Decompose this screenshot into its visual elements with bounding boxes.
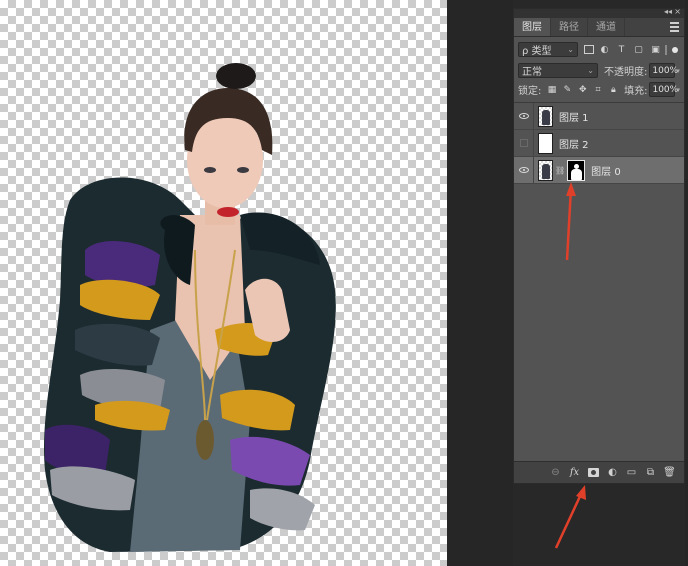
tab-channels[interactable]: 通道 (588, 18, 625, 36)
panel-footer: ⊖ fx ◐ ▭ ⧉ 🗑︎ (514, 461, 684, 483)
opacity-label: 不透明度: (604, 67, 648, 78)
subject-image (43, 63, 336, 552)
hidden-visibility-box (519, 139, 528, 147)
lock-label: 锁定: (518, 86, 542, 97)
eye-icon (518, 113, 529, 119)
filter-type-value: ρ 类型 (522, 46, 552, 57)
tab-paths[interactable]: 路径 (551, 18, 588, 36)
lock-transparent-icon[interactable]: ▦ (547, 85, 557, 95)
fill-field[interactable]: 100% (649, 82, 679, 97)
layer-thumbnail (538, 159, 553, 181)
blend-mode-value: 正常 (522, 67, 542, 78)
shape-filter-icon[interactable]: ▢ (632, 43, 645, 56)
add-mask-icon (588, 468, 599, 477)
panel-title-bar[interactable]: ◂◂ × (514, 7, 684, 18)
fill-value: 100% (652, 84, 679, 95)
chevron-down-icon: ⌄ (587, 66, 594, 75)
link-layers-icon[interactable]: ⊖ (549, 467, 562, 479)
layer-row-1[interactable]: 图层 1 (514, 102, 684, 130)
close-icon[interactable]: × (674, 7, 681, 16)
layer-thumbnail (538, 105, 553, 127)
blend-row: 正常 ⌄ 不透明度: 100% ▾ (514, 61, 684, 80)
visibility-toggle[interactable] (514, 156, 534, 184)
layer-thumbnail (538, 132, 553, 154)
visibility-toggle[interactable] (514, 129, 534, 157)
filter-divider (665, 44, 667, 55)
layer-row-2[interactable]: 图层 2 (514, 129, 684, 157)
fill-label: 填充: (624, 86, 648, 97)
layer-list: 图层 1 图层 2 ⛓ 图层 0 (514, 102, 684, 184)
eye-icon (518, 167, 529, 173)
panel-tab-bar: 图层 路径 通道 (514, 18, 684, 37)
layers-panel: ◂◂ × 图层 路径 通道 ρ 类型 ⌄ ◐ T ▢ ▣ 正常 ⌄ 不透明度: … (513, 7, 685, 484)
layer-name: 图层 1 (559, 112, 589, 124)
opacity-value: 100% (652, 65, 679, 76)
layer-name: 图层 0 (591, 166, 621, 178)
lock-artboard-icon[interactable]: ⌗ (593, 85, 602, 95)
blend-mode-select[interactable]: 正常 ⌄ (518, 63, 598, 78)
opacity-field[interactable]: 100% (649, 63, 679, 78)
filter-type-select[interactable]: ρ 类型 ⌄ (518, 42, 578, 57)
lock-all-icon[interactable]: 🔒︎ (609, 85, 618, 95)
layer-filter-row: ρ 类型 ⌄ ◐ T ▢ ▣ (514, 40, 684, 59)
add-mask-button[interactable] (587, 467, 600, 479)
chevron-down-icon: ⌄ (567, 45, 574, 54)
tab-layers[interactable]: 图层 (514, 18, 551, 36)
fx-icon[interactable]: fx (568, 467, 581, 479)
lock-row: 锁定: ▦ ✎ ✥ ⌗ 🔒︎ 填充: 100% ▾ (514, 80, 684, 99)
collapse-icon[interactable]: ◂◂ (664, 7, 672, 16)
workspace-background (447, 0, 513, 566)
smart-object-filter-icon[interactable]: ▣ (649, 43, 662, 56)
trash-icon[interactable]: 🗑︎ (663, 467, 676, 479)
chain-link-icon[interactable]: ⛓ (555, 166, 565, 175)
panel-menu-icon[interactable] (670, 22, 679, 34)
filter-toggle-icon[interactable] (672, 46, 678, 53)
lock-position-icon[interactable]: ✥ (578, 85, 587, 95)
pixel-filter-icon[interactable] (584, 45, 594, 54)
layer-name: 图层 2 (559, 139, 589, 151)
workspace-below-panel (513, 484, 685, 566)
visibility-toggle[interactable] (514, 102, 534, 130)
type-filter-icon[interactable]: T (615, 43, 628, 56)
adjustment-filter-icon[interactable]: ◐ (598, 43, 611, 56)
layer-row-0[interactable]: ⛓ 图层 0 (514, 156, 684, 184)
opacity-dropdown-icon[interactable]: ▾ (676, 67, 680, 75)
adjustment-layer-icon[interactable]: ◐ (606, 467, 619, 479)
document-canvas[interactable] (0, 0, 447, 566)
folder-icon[interactable]: ▭ (625, 467, 638, 479)
layer-mask-thumbnail[interactable] (567, 159, 586, 181)
fill-dropdown-icon[interactable]: ▾ (676, 86, 680, 94)
lock-paint-icon[interactable]: ✎ (563, 85, 572, 95)
new-layer-icon[interactable]: ⧉ (644, 467, 657, 479)
